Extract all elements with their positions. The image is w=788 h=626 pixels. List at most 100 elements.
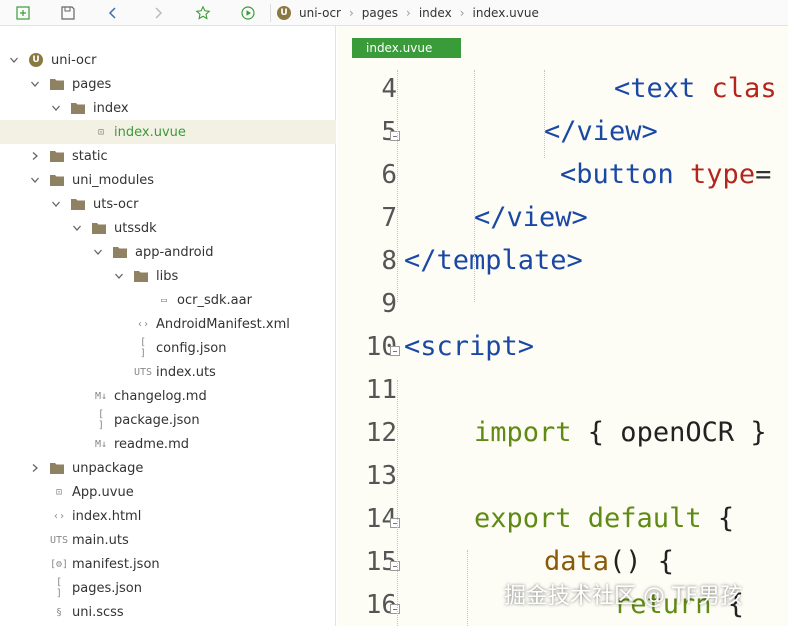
code-line[interactable]: <button type= (560, 159, 771, 190)
tree-item[interactable]: ⊡ App.uvue (0, 480, 336, 504)
code-editor[interactable]: index.uvue 4 <text clas 5 </view> 6 <button t… (337, 26, 788, 626)
json-file-icon: [ ] (139, 337, 147, 359)
markdown-file-icon: M↓ (94, 390, 108, 402)
chevron-down-icon[interactable] (51, 199, 61, 209)
run-icon (240, 5, 255, 20)
tree-item[interactable]: M↓ changelog.md (0, 384, 336, 408)
tree-item-label: uni.scss (72, 604, 124, 620)
chevron-down-icon[interactable] (30, 175, 40, 185)
star-icon (195, 5, 210, 20)
new-file-button[interactable] (0, 0, 45, 26)
tree-item[interactable]: [ ] package.json (0, 408, 336, 432)
tree-item[interactable]: UTS main.uts (0, 528, 336, 552)
code-line[interactable]: <text clas (614, 73, 777, 104)
code-line[interactable]: data() { (544, 546, 674, 577)
code-token: = (755, 159, 772, 190)
tree-item[interactable]: libs (0, 264, 336, 288)
chevron-right-icon[interactable] (30, 151, 40, 161)
run-button[interactable] (225, 0, 270, 26)
code-line[interactable]: <script> (404, 331, 534, 362)
code-token: clas (711, 73, 777, 104)
chevron-down-icon[interactable] (9, 55, 19, 65)
code-line[interactable]: export default { (474, 503, 734, 534)
code-line[interactable]: import { openOCR } (474, 417, 767, 448)
folder-icon (134, 269, 148, 283)
project-explorer: Uuni-ocr pages index ⊡ index.uvue static uni_m… (0, 26, 336, 626)
fold-toggle-icon[interactable] (390, 131, 400, 141)
tree-item[interactable]: pages (0, 72, 336, 96)
tree-item[interactable]: ⊡ index.uvue (0, 120, 336, 144)
tree-item[interactable]: UTS index.uts (0, 360, 336, 384)
json-file-icon: [ ] (55, 577, 63, 599)
tree-item-label: uts-ocr (93, 196, 139, 212)
tree-item-label: index (93, 100, 129, 116)
code-token: export default (474, 503, 718, 534)
code-file-icon: ‹› (52, 510, 66, 522)
favorite-button[interactable] (180, 0, 225, 26)
folder-icon (50, 461, 64, 475)
tree-item[interactable]: ▭ ocr_sdk.aar (0, 288, 336, 312)
line-number: 11 (365, 375, 397, 405)
tree-item[interactable]: Uuni-ocr (0, 48, 336, 72)
chevron-down-icon[interactable] (93, 247, 103, 257)
folder-icon (50, 173, 64, 187)
folder-icon (50, 77, 64, 91)
save-button[interactable] (45, 0, 90, 26)
breadcrumb-item[interactable]: uni-ocr (299, 6, 341, 20)
chevron-down-icon[interactable] (30, 79, 40, 89)
breadcrumb-separator-icon: › (348, 5, 354, 20)
tree-item-label: uni-ocr (51, 52, 97, 68)
tree-item[interactable]: [ ] config.json (0, 336, 336, 360)
tree-item[interactable]: § uni.scss (0, 600, 336, 624)
line-number: 4 (381, 74, 397, 104)
code-token: <script> (404, 331, 535, 362)
chevron-down-icon[interactable] (51, 103, 61, 113)
chevron-down-icon[interactable] (72, 223, 82, 233)
line-number: 7 (381, 203, 397, 233)
breadcrumb-item[interactable]: index.uvue (473, 6, 539, 20)
breadcrumb-item[interactable]: pages (362, 6, 398, 20)
tree-item-label: uni_modules (72, 172, 155, 188)
chevron-down-icon[interactable] (114, 271, 124, 281)
tree-item-label: pages (72, 76, 112, 92)
code-line[interactable]: </view> (544, 116, 658, 147)
tree-item[interactable]: M↓ readme.md (0, 432, 336, 456)
chevron-right-icon[interactable] (30, 463, 40, 473)
uts-file-icon: UTS (50, 534, 69, 546)
folder-icon (50, 149, 64, 163)
forward-button[interactable] (135, 0, 180, 26)
indent-guide (397, 70, 398, 302)
tree-item[interactable]: ‹› AndroidManifest.xml (0, 312, 336, 336)
editor-tab[interactable]: index.uvue (352, 38, 461, 58)
code-line[interactable]: </template> (404, 245, 583, 276)
tree-item-label: readme.md (114, 436, 189, 452)
tree-item[interactable]: [ ] pages.json (0, 576, 336, 600)
line-number: 8 (381, 246, 397, 276)
back-button[interactable] (90, 0, 135, 26)
tree-item[interactable]: ‹› index.html (0, 504, 336, 528)
line-number: 6 (381, 160, 397, 190)
tree-item[interactable]: static (0, 144, 336, 168)
fold-toggle-icon[interactable] (390, 561, 400, 571)
code-line[interactable]: </view> (474, 202, 588, 233)
line-number: 5 (337, 117, 397, 147)
toolbar-divider (270, 3, 271, 22)
fold-toggle-icon[interactable] (390, 346, 400, 356)
indent-guide (397, 380, 398, 626)
tree-item[interactable]: app-android (0, 240, 336, 264)
fold-toggle-icon[interactable] (390, 604, 400, 614)
tree-item[interactable]: unpackage (0, 456, 336, 480)
tree-item[interactable]: utssdk (0, 216, 336, 240)
markdown-file-icon: M↓ (94, 438, 108, 450)
fold-toggle-icon[interactable] (390, 518, 400, 528)
tree-item[interactable]: uni_modules (0, 168, 336, 192)
breadcrumb-item[interactable]: index (419, 6, 452, 20)
tree-item[interactable]: [⚙] manifest.json (0, 552, 336, 576)
tree-item[interactable]: index (0, 96, 336, 120)
tree-item[interactable]: uts-ocr (0, 192, 336, 216)
